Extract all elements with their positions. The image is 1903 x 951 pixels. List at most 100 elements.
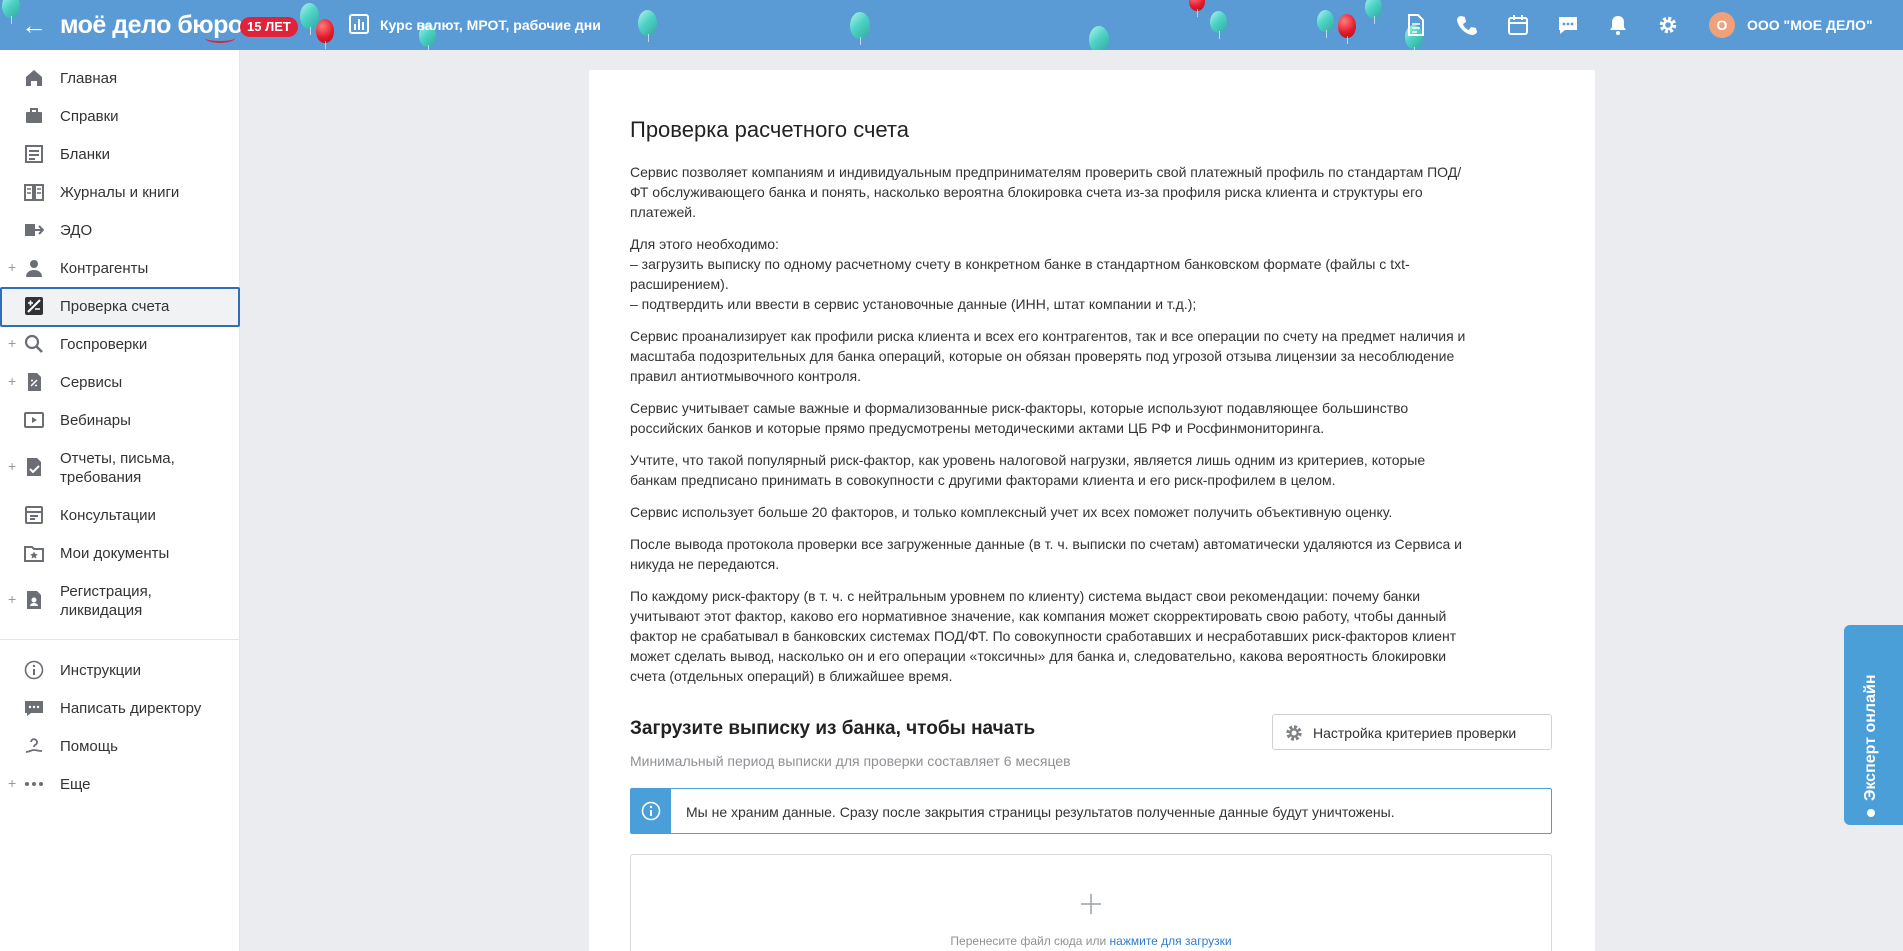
logo-swoosh <box>205 33 235 43</box>
contractors-icon <box>26 260 42 277</box>
online-dot-icon <box>1866 809 1875 817</box>
sidebar-item-label: Отчеты, письма, требования <box>60 450 175 486</box>
chart-icon[interactable] <box>349 14 369 34</box>
text-line: После вывода протокола проверки все загр… <box>630 536 1462 552</box>
dropzone-hint: Перенесите файл сюда или <box>950 934 1107 948</box>
sidebar-item-more[interactable]: + Еще <box>0 765 240 803</box>
phone-icon[interactable] <box>1456 14 1478 36</box>
expand-plus-icon[interactable]: + <box>8 259 16 275</box>
sidebar-item-edo[interactable]: ЭДО <box>0 211 240 249</box>
file-dropzone[interactable]: Перенесите файл сюда или нажмите для заг… <box>630 854 1552 951</box>
gear-icon <box>1286 725 1302 741</box>
expand-plus-icon[interactable]: + <box>8 591 16 607</box>
upload-heading: Загрузите выписку из банка, чтобы начать <box>630 718 1036 739</box>
info-banner: Мы не храним данные. Сразу после закрыти… <box>630 788 1552 834</box>
back-arrow-icon[interactable]: ← <box>20 11 48 39</box>
sidebar-item-consultations[interactable]: Консультации <box>0 496 240 534</box>
expand-plus-icon[interactable]: + <box>8 458 16 474</box>
reports-icon <box>27 458 41 476</box>
upload-link[interactable]: нажмите для загрузки <box>1110 934 1232 948</box>
text-line: – загрузить выписку по одному расчетному… <box>630 256 1410 272</box>
expand-plus-icon[interactable]: + <box>8 335 16 351</box>
sidebar-item-contractors[interactable]: + Контрагенты <box>0 249 240 287</box>
sidebar-item-label: Главная <box>60 70 118 87</box>
calendar-icon[interactable] <box>1507 14 1529 36</box>
analysis-paragraph: Сервис проанализирует как профили риска … <box>630 326 1550 386</box>
description-paragraph: Сервис позволяет компаниям и индивидуаль… <box>630 162 1550 222</box>
balloon-decoration <box>1189 0 1205 17</box>
anniversary-badge: 15 ЛЕТ <box>240 17 298 37</box>
rates-link[interactable]: Курс валют, МРОТ, рабочие дни <box>380 16 601 34</box>
message-icon <box>25 701 43 716</box>
info-icon <box>24 660 44 680</box>
plus-icon[interactable] <box>1078 891 1104 917</box>
text-line: банкам предписано принимать в совокупнос… <box>630 472 1336 488</box>
sidebar-item-inspections[interactable]: + Госпроверки <box>0 325 240 363</box>
expand-plus-icon[interactable]: + <box>8 373 16 389</box>
text-line: платежей. <box>630 204 696 220</box>
upload-note: Минимальный период выписки для проверки … <box>630 753 1071 769</box>
dropzone-text: Перенесите файл сюда или нажмите для заг… <box>631 933 1551 949</box>
book-icon <box>24 184 44 201</box>
sidebar-item-services[interactable]: + Сервисы <box>0 363 240 401</box>
sidebar-item-references[interactable]: Справки <box>0 97 240 135</box>
sidebar-item-label: Контрагенты <box>60 260 149 277</box>
chat-icon[interactable] <box>1557 14 1579 36</box>
bell-icon[interactable] <box>1607 14 1629 36</box>
tax-load-paragraph: Учтите, что такой популярный риск-фактор… <box>630 450 1550 490</box>
sidebar-item-registration[interactable]: + Регистрация, ликвидация <box>0 581 240 619</box>
sidebar-item-help[interactable]: Помощь <box>0 727 240 765</box>
expand-plus-icon[interactable]: + <box>8 775 16 791</box>
sidebar-item-reports[interactable]: + Отчеты, письма, требования <box>0 448 240 486</box>
avatar[interactable]: О <box>1709 12 1735 38</box>
sidebar-item-label: Мои документы <box>60 545 170 562</box>
balloon-decoration <box>1365 0 1382 24</box>
risk-factors-paragraph: Сервис учитывает самые важные и формализ… <box>630 398 1550 438</box>
sidebar-item-label: Журналы и книги <box>60 184 180 201</box>
sidebar-item-my-documents[interactable]: Мои документы <box>0 534 240 572</box>
gear-icon[interactable] <box>1657 14 1679 36</box>
webinar-icon <box>24 412 44 428</box>
expert-online-label: Эксперт онлайн <box>1860 675 1882 817</box>
check-criteria-settings-button[interactable]: Настройка критериев проверки <box>1272 714 1552 750</box>
text-line: масштаба подозрительных для банка операц… <box>630 348 1455 364</box>
sidebar-item-journals[interactable]: Журналы и книги <box>0 173 240 211</box>
balloon-decoration <box>1317 10 1334 38</box>
account-check-icon <box>25 297 43 315</box>
document-icon[interactable] <box>1405 14 1427 36</box>
inspection-icon <box>24 334 43 353</box>
text-line: Сервис проанализирует как профили риска … <box>630 328 1466 344</box>
sidebar-item-forms[interactable]: Бланки <box>0 135 240 173</box>
sidebar-item-label: Регистрация, ликвидация <box>60 583 152 619</box>
text-line: никуда не передаются. <box>630 556 780 572</box>
balloon-decoration <box>1338 14 1356 44</box>
text-line: российских банков и которые прямо предус… <box>630 420 1325 436</box>
sidebar-item-instructions[interactable]: Инструкции <box>0 651 240 689</box>
sidebar-item-home[interactable]: Главная <box>0 59 240 97</box>
balloon-decoration <box>1089 26 1109 50</box>
balloon-decoration <box>638 10 657 42</box>
sidebar-item-write-director[interactable]: Написать директору <box>0 689 240 727</box>
text-line: расширением). <box>630 276 729 292</box>
sidebar-item-webinars[interactable]: Вебинары <box>0 401 240 439</box>
sidebar-item-account-check[interactable]: Проверка счета <box>0 287 240 327</box>
sidebar-item-label: Сервисы <box>60 374 123 391</box>
text-line: Сервис позволяет компаниям и индивидуаль… <box>630 164 1462 180</box>
company-name[interactable]: ООО "МОЕ ДЕЛО" <box>1747 16 1873 34</box>
top-bar: ← моё дело бюро 15 ЛЕТ Курс валют, МРОТ,… <box>0 0 1903 50</box>
text-line: правил антиотмывочного контроля. <box>630 368 861 384</box>
consultation-icon <box>25 506 43 524</box>
text-line: фактор не срабатывал в банковских систем… <box>630 628 1457 644</box>
text-line: учитывают этот фактор, каково его нормат… <box>630 608 1447 624</box>
expert-online-tab[interactable]: Эксперт онлайн <box>1844 625 1903 825</box>
text-line: Для этого необходимо: <box>630 236 779 252</box>
balloon-decoration <box>316 19 334 49</box>
requirements-paragraph: Для этого необходимо: – загрузить выписк… <box>630 234 1550 314</box>
help-icon <box>25 738 43 753</box>
info-icon <box>641 801 661 821</box>
page-title: Проверка расчетного счета <box>630 117 909 142</box>
more-icon <box>25 782 43 786</box>
sidebar-item-label: Помощь <box>60 738 118 755</box>
factors-count-paragraph: Сервис использует больше 20 факторов, и … <box>630 502 1550 522</box>
sidebar-item-label: Инструкции <box>60 662 142 679</box>
